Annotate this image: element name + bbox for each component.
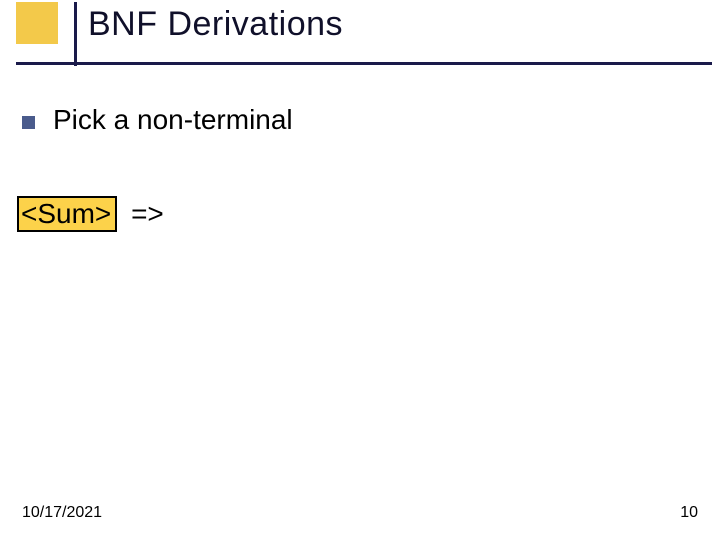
derivation-line: <Sum> => [17, 196, 164, 232]
slide-title: BNF Derivations [88, 5, 343, 44]
footer-page-number: 10 [680, 504, 698, 522]
bullet-item: Pick a non-terminal [22, 104, 293, 136]
vertical-rule [74, 2, 77, 66]
yellow-square-icon [16, 2, 58, 44]
footer-date: 10/17/2021 [22, 504, 102, 522]
square-bullet-icon [22, 116, 35, 129]
bullet-text: Pick a non-terminal [53, 104, 293, 136]
horizontal-rule [16, 62, 712, 65]
title-decoration [16, 2, 80, 66]
slide: BNF Derivations Pick a non-terminal <Sum… [0, 0, 720, 540]
nonterminal-box: <Sum> [17, 196, 117, 232]
derivation-arrow: => [131, 198, 164, 229]
